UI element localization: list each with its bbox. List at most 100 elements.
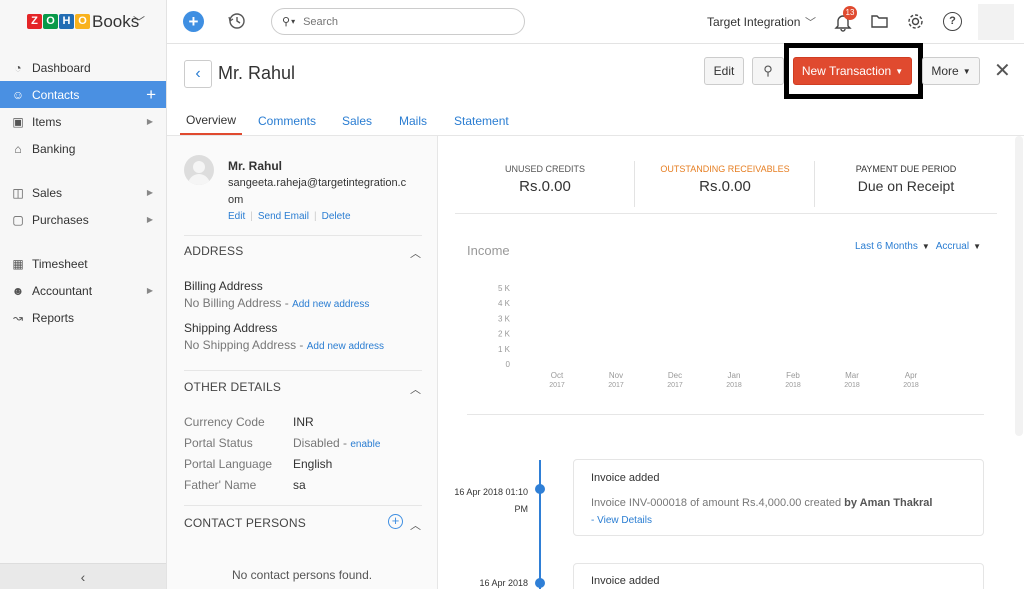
timeline-dot <box>535 578 545 588</box>
summary-label: UNUSED CREDITS <box>504 164 585 174</box>
x-tick-label: Dec <box>668 371 682 380</box>
tab-label: Statement <box>454 114 509 128</box>
period-filter-dropdown[interactable]: Last 6 Months <box>855 241 918 252</box>
timeline-author: by Aman Thakral <box>844 497 933 509</box>
quick-create-button[interactable]: + <box>183 11 204 32</box>
view-details-link[interactable]: - View Details <box>591 515 652 526</box>
y-tick-label: 0 <box>506 360 511 369</box>
y-tick-label: 1 K <box>498 345 511 354</box>
x-tick-label: Apr <box>905 371 918 380</box>
search-box[interactable]: ⚲ ▾ <box>271 8 525 35</box>
timeline-card: Invoice added Invoice INV-000018 of amou… <box>573 459 984 536</box>
reports-icon: ↝ <box>12 310 24 325</box>
tab-statement[interactable]: Statement <box>454 106 509 136</box>
income-chart: 5 K 4 K 3 K 2 K 1 K 0 Oct 2017 Nov 2017 Dec 2017 Jan… <box>460 280 990 395</box>
separator: | <box>313 211 317 222</box>
new-transaction-button[interactable]: New Transaction ▼ <box>793 57 912 85</box>
chevron-left-icon: ‹ <box>80 569 86 585</box>
caret-down-icon[interactable]: ▼ <box>973 242 981 251</box>
timeline-desc-text: Invoice INV-000018 of amount Rs.4,000.00… <box>591 497 842 509</box>
timeline-date: 16 Apr 2018 <box>479 578 528 588</box>
accountant-icon: ☻ <box>11 283 25 298</box>
collapse-chevron-up-icon[interactable]: ︿ <box>410 381 421 397</box>
summary-value: Rs.0.00 <box>699 178 751 195</box>
contact-email: sangeeta.raheja@targetintegration.c <box>228 177 407 189</box>
contact-name: Mr. Rahul <box>228 159 283 173</box>
more-button[interactable]: More ▼ <box>922 57 980 85</box>
tab-sales[interactable]: Sales <box>342 106 372 136</box>
currency-code-value: INR <box>293 415 314 429</box>
bag-icon: ▢ <box>12 212 24 227</box>
sidebar-item-timesheet[interactable]: ▦ Timesheet <box>0 250 166 277</box>
divider <box>467 414 984 415</box>
sidebar-item-dashboard[interactable]: ◔ Dashboard <box>0 54 166 81</box>
sidebar-item-sales[interactable]: ◫ Sales ▶ <box>0 179 166 206</box>
tab-comments[interactable]: Comments <box>258 106 316 136</box>
items-icon: ▣ <box>12 114 24 129</box>
caret-down-icon[interactable]: ▼ <box>922 242 930 251</box>
calendar-icon: ▦ <box>12 256 24 271</box>
logo-letter: O <box>75 14 90 29</box>
separator: | <box>250 211 253 222</box>
y-tick-label: 2 K <box>498 330 511 339</box>
delete-contact-link[interactable]: Delete <box>322 211 351 222</box>
y-tick-label: 5 K <box>498 284 511 293</box>
sidebar-item-reports[interactable]: ↝ Reports <box>0 304 166 331</box>
edit-contact-link[interactable]: Edit <box>228 211 245 222</box>
enable-portal-link[interactable]: enable <box>350 439 380 450</box>
add-shipping-address-link[interactable]: Add new address <box>307 341 384 352</box>
edit-button[interactable]: Edit <box>704 57 744 85</box>
search-icon[interactable]: ⚲ <box>282 15 290 28</box>
add-contact-person-icon[interactable]: + <box>388 514 403 529</box>
brand-area[interactable]: Z O H O Books ﹀ <box>0 0 167 44</box>
x-tick-label: Oct <box>551 371 564 380</box>
basis-filter-dropdown[interactable]: Accrual <box>936 241 969 252</box>
sidebar-item-contacts[interactable]: ☺ Contacts + <box>0 81 166 108</box>
org-chevron-down-icon[interactable]: ﹀ <box>805 14 816 30</box>
settings-gear-icon[interactable] <box>906 12 925 31</box>
x-tick-year-label: 2018 <box>844 382 860 389</box>
collapse-chevron-up-icon[interactable]: ︿ <box>410 245 421 261</box>
send-email-link[interactable]: Send Email <box>258 211 309 222</box>
sidebar-item-purchases[interactable]: ▢ Purchases ▶ <box>0 206 166 233</box>
summary-label: PAYMENT DUE PERIOD <box>855 164 957 174</box>
recent-history-icon[interactable] <box>227 11 247 31</box>
logo-letter: O <box>43 14 58 29</box>
chevron-right-icon: ▶ <box>146 286 153 295</box>
address-heading: ADDRESS <box>184 244 244 258</box>
dashboard-icon: ◔ <box>14 60 22 75</box>
add-billing-address-link[interactable]: Add new address <box>292 299 369 310</box>
tab-label: Comments <box>258 114 317 128</box>
contact-actions: Edit | Send Email | Delete <box>228 211 351 222</box>
close-icon[interactable]: ✕ <box>994 58 1011 83</box>
chart-title: Income <box>467 243 510 258</box>
shipping-address-value: No Shipping Address <box>184 338 297 352</box>
contact-email-wrap: om <box>228 194 244 206</box>
search-scope-dropdown-icon[interactable]: ▾ <box>291 17 295 26</box>
folder-icon[interactable] <box>870 12 889 30</box>
collapse-sidebar-button[interactable]: ‹ <box>0 563 166 589</box>
y-tick-label: 4 K <box>498 299 511 308</box>
back-button[interactable]: ‹ <box>184 60 212 88</box>
sidebar-item-items[interactable]: ▣ Items ▶ <box>0 108 166 135</box>
x-tick-year-label: 2017 <box>608 382 624 389</box>
help-icon[interactable]: ? <box>943 12 962 31</box>
tab-overview[interactable]: Overview <box>180 106 242 136</box>
collapse-chevron-up-icon[interactable]: ︿ <box>410 517 421 533</box>
sidebar-item-accountant[interactable]: ☻ Accountant ▶ <box>0 277 166 304</box>
search-input[interactable] <box>303 15 504 28</box>
chart-filters: Last 6 Months ▼ Accrual ▼ <box>855 241 981 252</box>
avatar[interactable] <box>978 4 1014 40</box>
tab-mails[interactable]: Mails <box>399 106 427 136</box>
scrollbar[interactable] <box>1015 136 1023 436</box>
sidebar-item-label: Sales <box>32 185 63 200</box>
sidebar-item-label: Accountant <box>32 283 93 298</box>
contact-avatar <box>184 155 214 185</box>
x-tick-label: Feb <box>786 371 800 380</box>
sidebar-item-banking[interactable]: ⌂ Banking <box>0 135 166 162</box>
timeline-date: 16 Apr 2018 01:10 PM <box>448 484 528 518</box>
shipping-address-label: Shipping Address <box>184 321 278 335</box>
attach-button[interactable]: ⚲ <box>752 57 784 85</box>
organization-name[interactable]: Target Integration <box>707 15 800 29</box>
add-contact-icon[interactable]: + <box>146 85 156 105</box>
